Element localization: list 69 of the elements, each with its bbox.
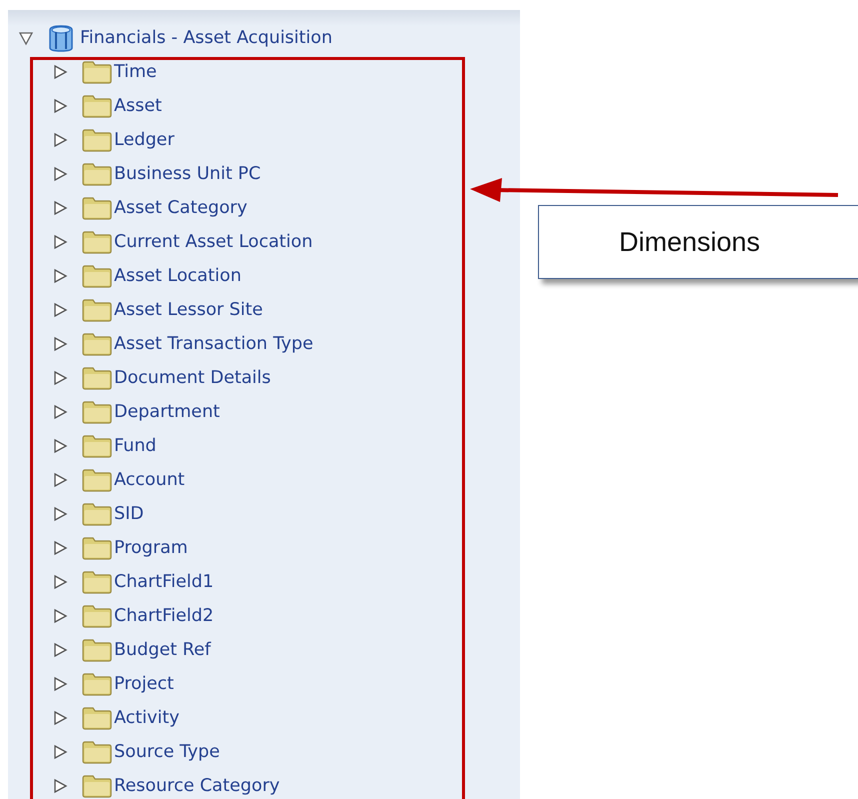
collapsed-triangle-icon[interactable]	[52, 98, 68, 114]
tree-item[interactable]: Resource Category	[114, 776, 280, 796]
collapsed-triangle-icon[interactable]	[52, 642, 68, 658]
tree-item[interactable]: Asset Transaction Type	[114, 334, 314, 354]
folder-icon	[82, 638, 112, 662]
folder-icon	[82, 434, 112, 458]
folder-icon	[82, 536, 112, 560]
tree-item[interactable]: Fund	[114, 436, 156, 456]
folder-icon	[82, 604, 112, 628]
tree-item[interactable]: ChartField2	[114, 606, 214, 626]
collapsed-triangle-icon[interactable]	[52, 336, 68, 352]
tree-item[interactable]: Asset Category	[114, 198, 248, 218]
tree-item[interactable]: Asset	[114, 96, 162, 116]
tree-item[interactable]: Asset Lessor Site	[114, 300, 263, 320]
tree-item[interactable]: Source Type	[114, 742, 220, 762]
tree-item[interactable]: Document Details	[114, 368, 271, 388]
tree-item[interactable]: Asset Location	[114, 266, 242, 286]
collapsed-triangle-icon[interactable]	[52, 744, 68, 760]
collapsed-triangle-icon[interactable]	[52, 166, 68, 182]
folder-icon	[82, 162, 112, 186]
expanded-triangle-icon[interactable]	[18, 30, 34, 46]
collapsed-triangle-icon[interactable]	[52, 404, 68, 420]
callout-text: Dimensions	[619, 226, 760, 258]
folder-icon	[82, 570, 112, 594]
tree-item[interactable]: Business Unit PC	[114, 164, 261, 184]
collapsed-triangle-icon[interactable]	[52, 472, 68, 488]
collapsed-triangle-icon[interactable]	[52, 268, 68, 284]
folder-icon	[82, 94, 112, 118]
tree-item[interactable]: Current Asset Location	[114, 232, 313, 252]
tree-item[interactable]: Project	[114, 674, 174, 694]
collapsed-triangle-icon[interactable]	[52, 574, 68, 590]
tree-item[interactable]: Budget Ref	[114, 640, 211, 660]
collapsed-triangle-icon[interactable]	[52, 540, 68, 556]
tree-item[interactable]: ChartField1	[114, 572, 214, 592]
tree-item[interactable]: Financials - Asset Acquisition	[80, 28, 332, 48]
collapsed-triangle-icon[interactable]	[52, 64, 68, 80]
tree-item[interactable]: Time	[114, 62, 157, 82]
folder-icon	[82, 502, 112, 526]
folder-icon	[82, 196, 112, 220]
folder-icon	[82, 706, 112, 730]
collapsed-triangle-icon[interactable]	[52, 234, 68, 250]
folder-icon	[82, 332, 112, 356]
collapsed-triangle-icon[interactable]	[52, 302, 68, 318]
folder-icon	[82, 740, 112, 764]
tree-item[interactable]: Activity	[114, 708, 180, 728]
tree-item[interactable]: Department	[114, 402, 220, 422]
folder-icon	[82, 60, 112, 84]
folder-icon	[82, 774, 112, 798]
folder-icon	[82, 298, 112, 322]
tree-item[interactable]: Ledger	[114, 130, 174, 150]
collapsed-triangle-icon[interactable]	[52, 778, 68, 794]
collapsed-triangle-icon[interactable]	[52, 506, 68, 522]
collapsed-triangle-icon[interactable]	[52, 200, 68, 216]
tree-item[interactable]: SID	[114, 504, 144, 524]
folder-icon	[82, 128, 112, 152]
collapsed-triangle-icon[interactable]	[52, 132, 68, 148]
folder-icon	[82, 264, 112, 288]
collapsed-triangle-icon[interactable]	[52, 676, 68, 692]
folder-icon	[82, 672, 112, 696]
collapsed-triangle-icon[interactable]	[52, 710, 68, 726]
tree-item[interactable]: Account	[114, 470, 185, 490]
collapsed-triangle-icon[interactable]	[52, 370, 68, 386]
folder-icon	[82, 230, 112, 254]
folder-icon	[82, 468, 112, 492]
collapsed-triangle-icon[interactable]	[52, 608, 68, 624]
collapsed-triangle-icon[interactable]	[52, 438, 68, 454]
tree-item[interactable]: Program	[114, 538, 188, 558]
folder-icon	[82, 400, 112, 424]
folder-icon	[82, 366, 112, 390]
